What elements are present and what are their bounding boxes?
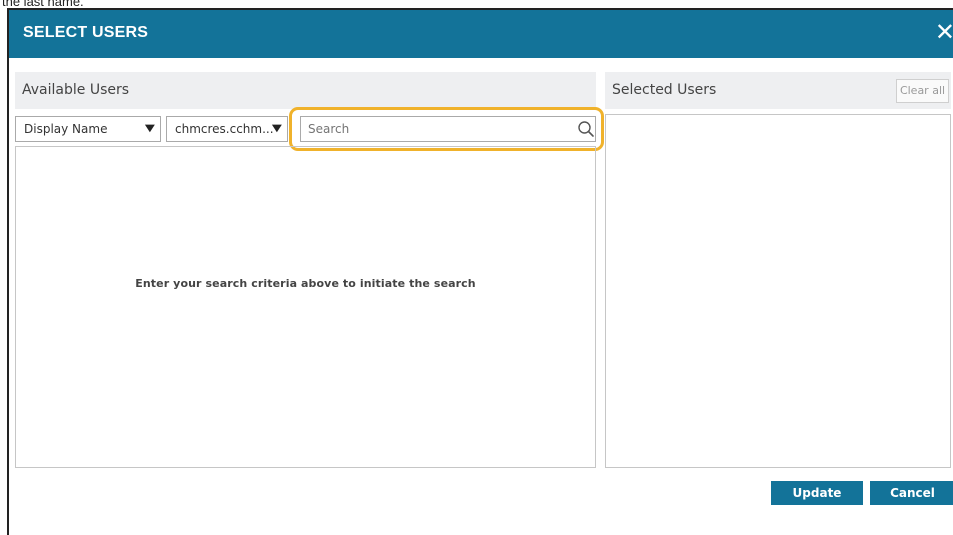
select-users-dialog: SELECT USERS ✕ Available Users Selected … — [7, 8, 953, 535]
search-input[interactable] — [300, 116, 596, 142]
update-button[interactable]: Update — [771, 481, 863, 505]
dialog-title: SELECT USERS — [23, 24, 149, 41]
selected-users-header: Selected Users Clear all — [605, 72, 951, 109]
dialog-titlebar: SELECT USERS ✕ — [9, 10, 953, 58]
filter-field-select[interactable]: Display Name ▼ — [15, 116, 161, 142]
chevron-down-icon: ▼ — [272, 123, 283, 134]
search-icon[interactable] — [577, 120, 595, 138]
available-users-label: Available Users — [22, 82, 130, 98]
selected-users-label: Selected Users — [612, 82, 717, 98]
cancel-button[interactable]: Cancel — [870, 481, 953, 505]
clear-all-button[interactable]: Clear all — [896, 79, 949, 103]
close-icon[interactable]: ✕ — [935, 20, 953, 44]
domain-select[interactable]: chmcres.cchm... ▼ — [166, 116, 288, 142]
empty-search-message: Enter your search criteria above to init… — [135, 277, 476, 290]
search-highlight — [289, 107, 604, 151]
selected-users-list — [605, 114, 951, 468]
filter-field-value: Display Name — [24, 122, 108, 136]
chevron-down-icon: ▼ — [145, 123, 156, 134]
available-users-results: Enter your search criteria above to init… — [15, 146, 596, 468]
domain-value: chmcres.cchm... — [175, 122, 274, 136]
available-users-header: Available Users — [15, 72, 596, 109]
